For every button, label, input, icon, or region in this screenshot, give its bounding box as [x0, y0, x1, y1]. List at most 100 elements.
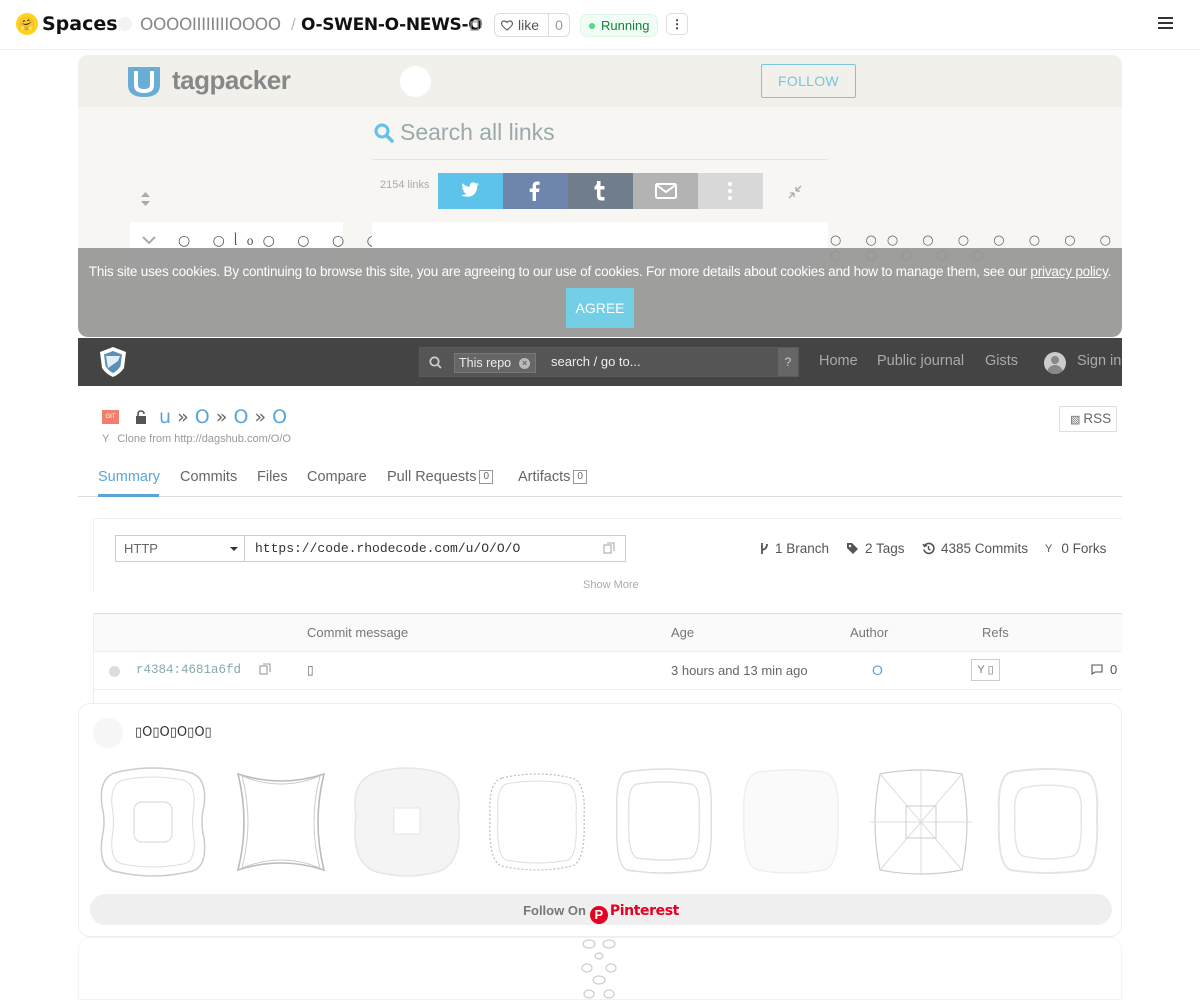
- follow-on-pinterest-button[interactable]: Follow On P Pinterest: [90, 894, 1112, 925]
- search-input[interactable]: search / go to...: [551, 354, 641, 369]
- pin-thumbnail[interactable]: [736, 766, 846, 878]
- tab-pull-requests[interactable]: Pull Requests 0: [387, 469, 494, 485]
- privacy-policy-link[interactable]: privacy policy: [1030, 264, 1107, 279]
- clone-url-value: https://code.rhodecode.com/u/O/O/O: [255, 541, 521, 556]
- pin-thumbnail[interactable]: [993, 766, 1103, 878]
- repo-search-box[interactable]: This repo × search / go to... ?: [419, 347, 799, 377]
- sort-icon[interactable]: [141, 192, 150, 206]
- tagpacker-logo-icon[interactable]: [126, 63, 162, 99]
- email-share-button[interactable]: [633, 173, 698, 209]
- protocol-value: HTTP: [124, 541, 158, 556]
- tumblr-share-button[interactable]: [568, 173, 633, 209]
- compress-icon[interactable]: [788, 185, 802, 199]
- comments-value: 0: [1110, 662, 1118, 677]
- more-share-button[interactable]: [698, 173, 763, 209]
- commit-hash-link[interactable]: r4384:4681a6fd: [136, 663, 241, 677]
- rhodecode-header: This repo × search / go to... ? Home Publ…: [78, 338, 1122, 386]
- copy-icon[interactable]: [259, 663, 271, 675]
- pinterest-brand: Pinterest: [609, 903, 679, 919]
- copy-icon[interactable]: [603, 542, 615, 554]
- status-dot-icon: [109, 666, 120, 677]
- chevron-down-icon[interactable]: [142, 235, 156, 245]
- clear-scope-icon[interactable]: ×: [519, 358, 531, 369]
- caret-down-icon: [230, 547, 238, 551]
- clone-url-field[interactable]: https://code.rhodecode.com/u/O/O/O: [244, 535, 626, 562]
- show-more-link[interactable]: Show More: [583, 579, 639, 591]
- facebook-share-button[interactable]: [503, 173, 568, 209]
- search-underline: [372, 159, 828, 160]
- tab-artifacts[interactable]: Artifacts 0: [518, 469, 587, 485]
- commit-message[interactable]: ▯: [307, 663, 314, 677]
- active-tab-indicator: [98, 494, 159, 497]
- rss-label: RSS: [1083, 411, 1112, 426]
- tagpacker-header: tagpacker FOLLOW: [78, 55, 1122, 107]
- pin-thumbnail[interactable]: [226, 766, 336, 878]
- tagpacker-brand[interactable]: tagpacker: [172, 65, 291, 96]
- cookie-message-end: .: [1107, 264, 1112, 279]
- table-row[interactable]: r4384:4681a6fd ▯ 3 hours and 13 min ago …: [94, 652, 1122, 690]
- hamburger-menu-icon[interactable]: [1158, 17, 1173, 31]
- breadcrumb-group-2[interactable]: O: [233, 406, 248, 428]
- tab-compare[interactable]: Compare: [307, 469, 367, 485]
- breadcrumb-repo[interactable]: O: [272, 406, 287, 428]
- search-help-button[interactable]: ?: [778, 348, 798, 376]
- protocol-select[interactable]: HTTP: [115, 535, 245, 562]
- status-label: Running: [601, 18, 650, 33]
- like-button[interactable]: like 0: [494, 13, 570, 37]
- commits-link[interactable]: 4385 Commits: [922, 541, 1028, 556]
- pin-thumbnail[interactable]: [352, 766, 462, 878]
- comment-icon: [1091, 664, 1103, 675]
- pinterest-avatar[interactable]: [93, 718, 123, 748]
- path-separator: /: [291, 15, 296, 34]
- huggingface-logo-icon[interactable]: 🤗: [16, 13, 38, 35]
- agree-button[interactable]: AGREE: [566, 288, 634, 328]
- rss-button[interactable]: ▧ RSS: [1059, 406, 1117, 432]
- pinterest-user-name[interactable]: ▯O▯O▯O▯O▯: [135, 725, 212, 740]
- tab-summary[interactable]: Summary: [98, 469, 160, 485]
- nav-public-journal[interactable]: Public journal: [877, 353, 964, 369]
- clone-from-text: Y Clone from http://dagshub.com/O/O: [102, 433, 291, 445]
- nav-sign-in[interactable]: Sign in: [1077, 353, 1121, 369]
- tags-link[interactable]: 2 Tags: [846, 541, 905, 556]
- branches-link[interactable]: 1 Branch: [759, 541, 829, 556]
- breadcrumb-separator: »: [254, 406, 267, 428]
- user-avatar-icon[interactable]: [1044, 352, 1066, 374]
- twitter-share-button[interactable]: [438, 173, 503, 209]
- history-icon: [922, 542, 935, 555]
- search-scope-label: This repo: [459, 356, 512, 370]
- commit-author[interactable]: O: [872, 662, 883, 678]
- space-name-link[interactable]: O-SWEN-O-NEWS-O: [301, 15, 483, 35]
- fork-icon: Y: [1045, 542, 1053, 555]
- profile-avatar[interactable]: [400, 66, 431, 97]
- comments-count[interactable]: 0: [1091, 662, 1117, 677]
- more-options-button[interactable]: ⋮: [666, 13, 688, 35]
- tab-files[interactable]: Files: [257, 469, 288, 485]
- col-commit-message: Commit message: [307, 625, 409, 640]
- nav-gists[interactable]: Gists: [985, 353, 1018, 369]
- pin-thumbnail[interactable]: [98, 766, 208, 878]
- status-dot-icon: [589, 22, 595, 29]
- branch-ref-badge[interactable]: Y ▯: [971, 659, 1000, 681]
- pin-thumbnail[interactable]: [609, 766, 719, 878]
- pin-thumbnail[interactable]: [482, 766, 592, 878]
- bottom-embed: [78, 937, 1122, 1000]
- rhodecode-logo-icon[interactable]: [98, 346, 128, 378]
- breadcrumb-user[interactable]: u: [159, 406, 171, 428]
- tag-icon: [847, 543, 858, 554]
- follow-button[interactable]: FOLLOW: [761, 64, 856, 98]
- nav-home[interactable]: Home: [819, 353, 858, 369]
- space-owner-link[interactable]: OOOOIIIIIIIIOOOO: [140, 15, 281, 35]
- forks-link[interactable]: Y 0 Forks: [1045, 541, 1106, 556]
- table-header: Commit message Age Author Refs: [94, 614, 1122, 652]
- breadcrumb-group-1[interactable]: O: [195, 406, 210, 428]
- pin-thumbnail[interactable]: [866, 766, 976, 878]
- spaces-link[interactable]: Spaces: [42, 13, 118, 35]
- search-scope-chip[interactable]: This repo ×: [454, 353, 537, 373]
- search-icon: [374, 123, 394, 143]
- search-links-input[interactable]: Search all links: [400, 119, 555, 146]
- tab-commits[interactable]: Commits: [180, 469, 237, 485]
- artifacts-count: 0: [573, 470, 587, 485]
- copy-icon[interactable]: [470, 19, 482, 31]
- like-label: like: [518, 17, 540, 33]
- branches-count: 1 Branch: [775, 541, 830, 556]
